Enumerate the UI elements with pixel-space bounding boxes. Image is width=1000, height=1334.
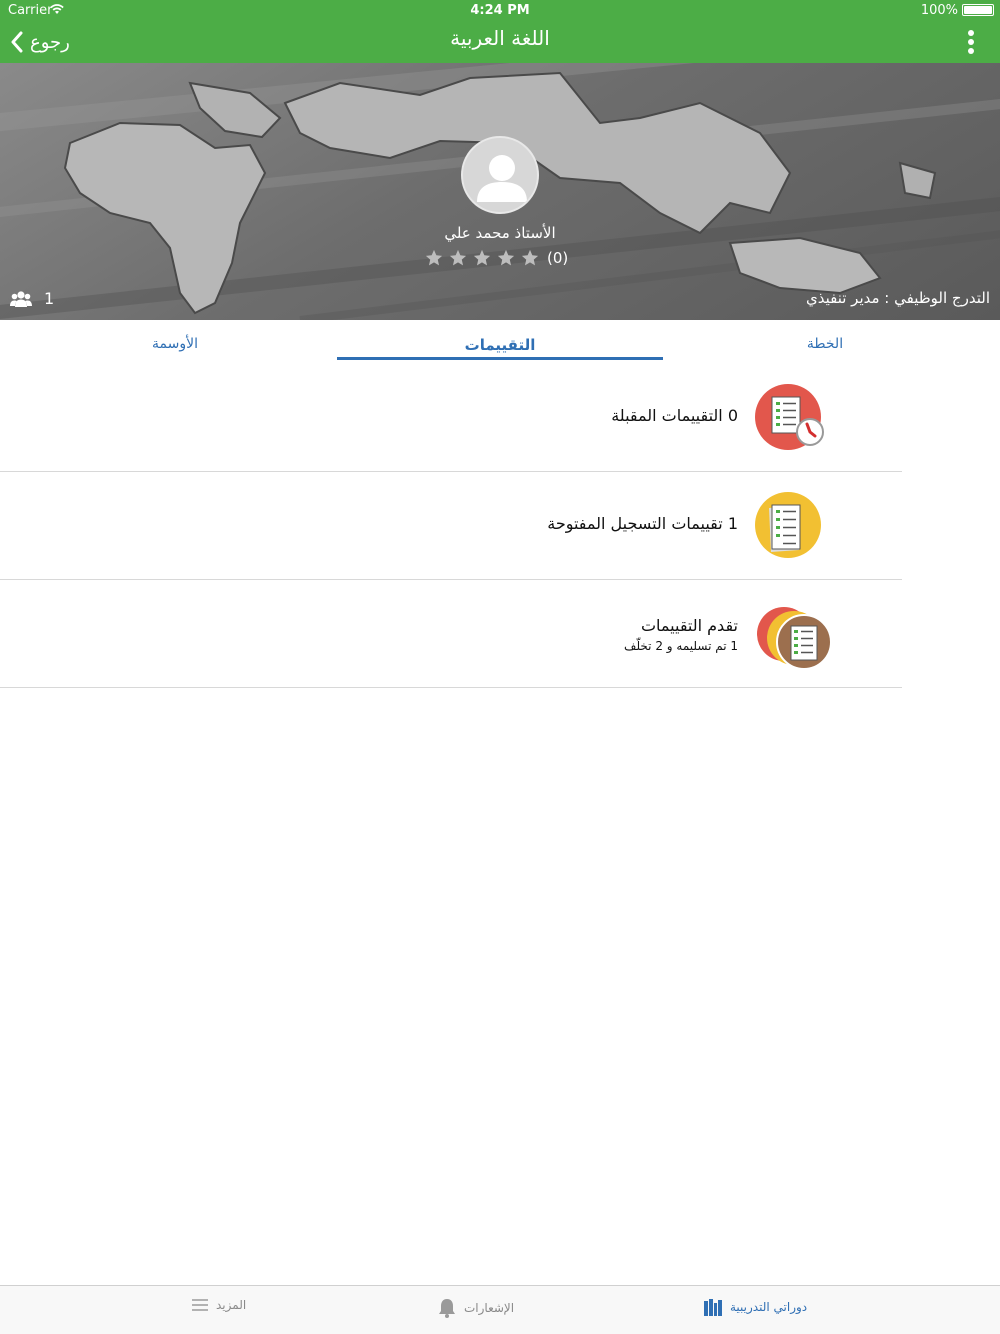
bottom-tab-notifications[interactable]: الإشعارات bbox=[438, 1298, 514, 1318]
evaluations-progress-icon bbox=[757, 607, 832, 670]
status-bar: Carrier 4:24 PM 100% bbox=[0, 0, 1000, 20]
star-icon bbox=[449, 249, 467, 266]
navigation-bar: رجوع اللغة العربية bbox=[0, 20, 1000, 63]
evaluations-list: 0 التقييمات المقبلة 1 تقييمات التسجيل ال… bbox=[0, 364, 1000, 688]
list-item-evaluations-progress[interactable]: تقدم التقييمات 1 تم تسليمه و 2 تخلّف bbox=[0, 580, 1000, 688]
open-registration-evaluations-label: 1 تقييمات التسجيل المفتوحة bbox=[547, 514, 738, 533]
clock: 4:24 PM bbox=[470, 3, 530, 18]
bottom-tab-notifications-label: الإشعارات bbox=[464, 1301, 515, 1315]
tab-badges[interactable]: الأوسمة bbox=[120, 336, 230, 352]
bell-icon bbox=[439, 1299, 455, 1318]
battery-icon bbox=[962, 4, 994, 16]
evaluations-progress-label: تقدم التقييمات bbox=[640, 616, 738, 635]
active-tab-indicator bbox=[337, 357, 663, 360]
divider bbox=[0, 687, 902, 688]
star-icon bbox=[521, 249, 539, 266]
bottom-tab-bar: المزيد الإشعارات دوراتي التدريبية bbox=[0, 1285, 1000, 1334]
battery-percentage: 100% bbox=[920, 3, 958, 18]
members-count[interactable]: 1 bbox=[10, 289, 54, 308]
star-icon bbox=[425, 249, 443, 266]
bottom-tab-more-label: المزيد bbox=[216, 1298, 247, 1312]
star-icon bbox=[473, 249, 491, 266]
menu-icon bbox=[192, 1299, 208, 1311]
group-icon bbox=[10, 290, 32, 307]
star-icon bbox=[497, 249, 515, 266]
star-rating: (0) bbox=[425, 247, 568, 269]
tab-plan[interactable]: الخطة bbox=[770, 336, 880, 352]
list-item-open-registration-evaluations[interactable]: 1 تقييمات التسجيل المفتوحة bbox=[0, 472, 1000, 580]
upcoming-evaluations-icon bbox=[755, 384, 824, 450]
open-registration-evaluations-icon bbox=[755, 492, 821, 558]
bottom-tab-courses[interactable]: دوراتي التدريبية bbox=[704, 1298, 807, 1316]
rating-count: (0) bbox=[547, 249, 569, 267]
evaluations-progress-summary: 1 تم تسليمه و 2 تخلّف bbox=[624, 639, 738, 653]
teacher-avatar bbox=[461, 136, 539, 214]
tab-evaluations[interactable]: التقييمات bbox=[337, 336, 663, 354]
course-header-banner: الأستاذ محمد علي (0) 1 التدرج الوظيفي : … bbox=[0, 63, 1000, 320]
books-icon bbox=[704, 1299, 722, 1316]
teacher-name: الأستاذ محمد علي bbox=[444, 224, 556, 242]
more-options-icon[interactable] bbox=[966, 28, 976, 56]
career-level: التدرج الوظيفي : مدير تنفيذي bbox=[805, 289, 990, 307]
page-title: اللغة العربية bbox=[450, 26, 550, 50]
list-item-upcoming-evaluations[interactable]: 0 التقييمات المقبلة bbox=[0, 364, 1000, 472]
bottom-tab-more[interactable]: المزيد bbox=[192, 1298, 246, 1312]
upcoming-evaluations-label: 0 التقييمات المقبلة bbox=[611, 406, 738, 425]
members-count-value: 1 bbox=[44, 289, 55, 308]
bottom-tab-courses-label: دوراتي التدريبية bbox=[730, 1300, 808, 1314]
segment-tabs: الأوسمة التقييمات الخطة bbox=[0, 320, 1000, 364]
